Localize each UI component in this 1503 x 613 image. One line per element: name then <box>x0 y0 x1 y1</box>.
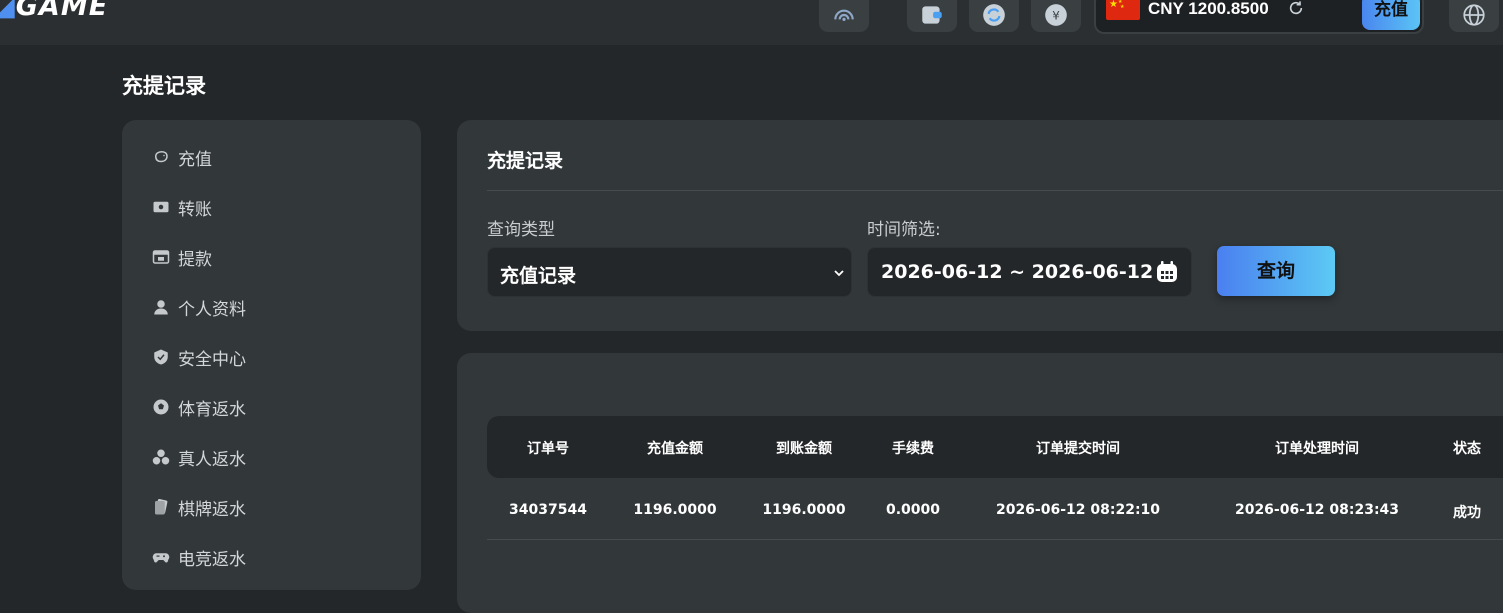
withdraw-icon <box>152 250 170 264</box>
globe-icon <box>1463 4 1485 26</box>
sidebar-item-deposit[interactable]: 充值 <box>152 142 212 172</box>
refresh-icon[interactable] <box>1288 0 1304 16</box>
logo[interactable]: ◢GAME <box>0 0 108 22</box>
gamepad-icon <box>152 553 170 563</box>
received-amount-cell: 1196.0000 <box>762 502 846 518</box>
language-button[interactable] <box>1449 0 1499 32</box>
top-bar: ◢GAME ¥ ★ ★ ★ CNY 1200.8500 充值 <box>0 0 1503 45</box>
sidebar-item-withdraw[interactable]: 提款 <box>152 242 212 272</box>
sidebar-item-label: 体育返水 <box>178 399 246 420</box>
table-row: 34037544 1196.0000 1196.0000 0.0000 2026… <box>487 478 1503 540</box>
yuan-button[interactable]: ¥ <box>1031 0 1081 32</box>
sidebar: 充值 转账 提款 个人资料 安全中心 体育返水 真人返水 棋牌返水 电竞返水 <box>122 120 421 590</box>
column-header: 到账金额 <box>776 441 832 457</box>
date-range-picker[interactable]: 2026-06-12 ~ 2026-06-12 <box>867 247 1192 297</box>
cards-icon <box>155 499 168 515</box>
sidebar-item-label: 转账 <box>178 199 212 220</box>
filter-card: 充提记录 查询类型 时间筛选: 充值记录 2026-06-12 ~ 2026-0… <box>457 120 1503 331</box>
sidebar-item-profile[interactable]: 个人资料 <box>152 292 246 322</box>
sidebar-item-transfer[interactable]: 转账 <box>152 192 212 222</box>
signal-button[interactable] <box>819 0 869 32</box>
sidebar-item-label: 充值 <box>178 149 212 170</box>
shield-icon <box>154 349 168 365</box>
sidebar-item-sports-rebate[interactable]: 体育返水 <box>152 392 246 422</box>
sidebar-item-label: 真人返水 <box>178 449 246 470</box>
sidebar-item-label: 个人资料 <box>178 299 246 320</box>
balance-panel: ★ ★ ★ CNY 1200.8500 充值 <box>1094 0 1424 34</box>
chips-icon <box>152 449 170 465</box>
sidebar-item-label: 电竞返水 <box>178 549 246 570</box>
money-transfer-icon <box>153 201 169 213</box>
fee-cell: 0.0000 <box>885 502 941 518</box>
signal-icon <box>834 9 854 21</box>
exchange-icon <box>983 4 1005 26</box>
sidebar-item-label: 安全中心 <box>178 349 246 370</box>
sidebar-item-label: 提款 <box>178 249 212 270</box>
sidebar-item-live-rebate[interactable]: 真人返水 <box>152 442 246 472</box>
column-header: 订单号 <box>527 441 569 457</box>
wallet-icon <box>922 6 942 24</box>
column-header: 状态 <box>1453 441 1481 457</box>
query-type-value: 充值记录 <box>500 265 577 287</box>
deposit-button[interactable]: 充值 <box>1362 0 1420 30</box>
piggy-bank-icon <box>154 150 168 163</box>
query-type-label: 查询类型 <box>487 220 555 240</box>
column-header: 充值金额 <box>647 441 703 457</box>
exchange-button[interactable] <box>969 0 1019 32</box>
sidebar-item-security[interactable]: 安全中心 <box>152 342 246 372</box>
query-button[interactable]: 查询 <box>1217 246 1335 296</box>
divider <box>487 539 1503 540</box>
page-title: 充提记录 <box>122 74 206 98</box>
order-number-cell: 34037544 <box>509 502 587 518</box>
sidebar-item-label: 棋牌返水 <box>178 499 246 520</box>
date-range-value: 2026-06-12 ~ 2026-06-12 <box>881 261 1154 283</box>
china-flag-icon: ★ ★ ★ <box>1106 0 1140 20</box>
card-title: 充提记录 <box>487 150 564 172</box>
column-header: 订单提交时间 <box>1036 441 1120 457</box>
soccer-ball-icon <box>153 399 169 415</box>
balance-amount: CNY 1200.8500 <box>1148 0 1269 18</box>
time-filter-label: 时间筛选: <box>867 220 941 240</box>
column-header: 手续费 <box>892 441 934 457</box>
status-cell: 成功 <box>1453 505 1481 521</box>
wallet-button[interactable] <box>907 0 957 32</box>
user-icon <box>154 300 168 315</box>
svg-text:¥: ¥ <box>1052 8 1060 22</box>
process-time-cell: 2026-06-12 08:23:43 <box>1234 502 1400 518</box>
submit-time-cell: 2026-06-12 08:22:10 <box>995 502 1161 518</box>
column-header: 订单处理时间 <box>1275 441 1359 457</box>
divider <box>487 190 1503 191</box>
yuan-coin-icon: ¥ <box>1045 4 1067 26</box>
query-type-select[interactable]: 充值记录 <box>487 247 852 297</box>
table-header: 订单号 充值金额 到账金额 手续费 订单提交时间 订单处理时间 状态 <box>487 416 1503 478</box>
sidebar-item-cards-rebate[interactable]: 棋牌返水 <box>152 492 246 522</box>
calendar-icon <box>1157 261 1177 282</box>
deposit-amount-cell: 1196.0000 <box>633 502 717 518</box>
chevron-down-icon <box>834 270 844 277</box>
records-table-card: 订单号 充值金额 到账金额 手续费 订单提交时间 订单处理时间 状态 34037… <box>457 353 1503 613</box>
